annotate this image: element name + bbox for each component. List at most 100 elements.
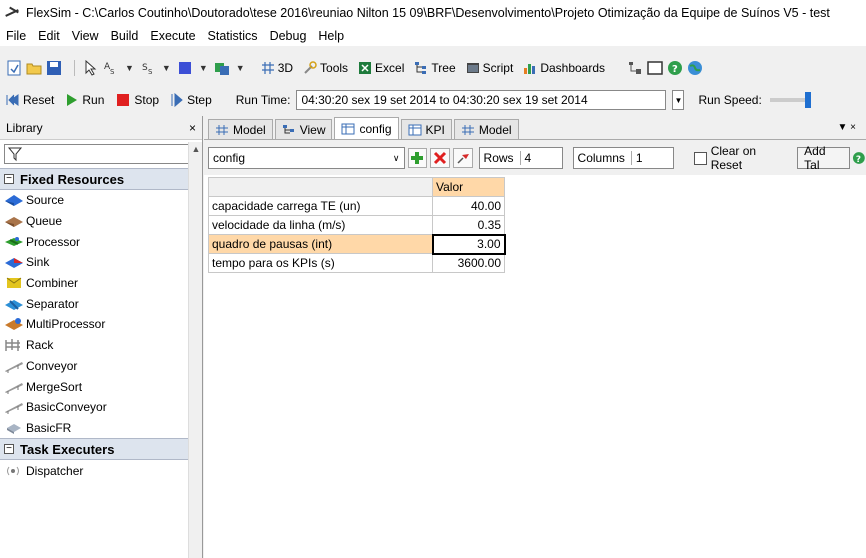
menu-debug[interactable]: Debug xyxy=(270,29,307,43)
group-select-icon[interactable]: SS xyxy=(140,60,156,76)
run-speed-thumb[interactable] xyxy=(804,92,811,108)
menu-build[interactable]: Build xyxy=(111,29,139,43)
tree-button[interactable]: Tree xyxy=(414,61,456,75)
library-filter-input[interactable] xyxy=(23,146,191,162)
3d-view-button[interactable]: 3D xyxy=(261,61,293,75)
library-item-conveyor[interactable]: Conveyor xyxy=(0,356,188,377)
reset-label: Reset xyxy=(23,93,55,107)
table-icon xyxy=(408,124,422,135)
column-header-valor[interactable]: Valor xyxy=(432,177,505,197)
collapse-icon[interactable]: − xyxy=(4,444,14,455)
menu-view[interactable]: View xyxy=(72,29,99,43)
run-time-field[interactable]: 04:30:20 sex 19 set 2014 to 04:30:20 sex… xyxy=(296,90,667,110)
library-item-label: Rack xyxy=(26,338,54,353)
clear-on-reset-checkbox[interactable] xyxy=(693,151,707,165)
menu-help[interactable]: Help xyxy=(318,29,344,43)
separator-icon xyxy=(5,299,23,310)
stop-button[interactable]: Stop xyxy=(116,93,159,107)
row-header[interactable]: capacidade carrega TE (un) xyxy=(208,196,433,216)
library-item-dispatcher[interactable]: Dispatcher xyxy=(0,460,188,481)
table-select-combo[interactable]: config ∨ xyxy=(208,147,405,169)
library-item-basicfr[interactable]: BasicFR xyxy=(0,418,188,439)
rows-input[interactable]: 4 xyxy=(519,151,562,165)
table-cell[interactable]: 0.35 xyxy=(432,215,505,235)
run-button[interactable]: Run xyxy=(66,93,104,107)
connect-objects-icon[interactable]: AS xyxy=(103,60,119,76)
flowchart-icon[interactable] xyxy=(627,60,643,76)
tab-model-2[interactable]: Model xyxy=(453,119,519,139)
multiprocessor-icon xyxy=(5,318,23,331)
table-cell[interactable]: 40.00 xyxy=(432,196,505,216)
section-task-executers[interactable]: − Task Executers xyxy=(0,438,188,461)
grid-icon xyxy=(461,124,474,135)
library-item-processor[interactable]: Processor xyxy=(0,231,188,252)
run-speed-slider[interactable] xyxy=(769,92,811,108)
window-icon[interactable] xyxy=(647,60,663,76)
tabs-menu-arrow-icon[interactable]: ▼ × xyxy=(837,122,856,133)
delete-table-button[interactable] xyxy=(430,148,450,168)
edit-selected-icon[interactable] xyxy=(214,60,230,76)
chevron-down-icon[interactable]: ▼ xyxy=(236,63,245,73)
table-grid: Valor capacidade carrega TE (un) 40.00 v… xyxy=(208,177,506,273)
table-cell-selected[interactable]: 3.00 xyxy=(431,233,506,255)
tab-view[interactable]: View xyxy=(274,119,333,139)
library-item-separator[interactable]: Separator xyxy=(0,293,188,314)
add-table-button[interactable] xyxy=(407,148,428,168)
collapse-icon[interactable]: − xyxy=(4,174,14,184)
library-close-button[interactable]: × xyxy=(189,121,196,135)
tools-button[interactable]: Tools xyxy=(303,61,348,75)
reset-button[interactable]: Reset xyxy=(6,93,54,107)
tree-icon xyxy=(415,62,427,74)
table-editor: config ∨ Rows 4 Columns 1 Clear on Reset… xyxy=(204,141,866,558)
library-item-sink[interactable]: Sink xyxy=(0,252,188,273)
tab-config[interactable]: config xyxy=(334,117,399,139)
chevron-down-icon[interactable]: ▼ xyxy=(199,63,208,73)
svg-text:?: ? xyxy=(856,155,861,165)
row-header[interactable]: quadro de pausas (int) xyxy=(208,234,433,254)
help-icon[interactable]: ? xyxy=(667,60,683,76)
rows-field: Rows 4 xyxy=(478,147,563,169)
library-item-basicconveyor[interactable]: BasicConveyor xyxy=(0,397,188,418)
menu-edit[interactable]: Edit xyxy=(38,29,60,43)
library-item-combiner[interactable]: Combiner xyxy=(0,273,188,294)
tree-label: Tree xyxy=(431,61,456,75)
row-header[interactable]: velocidade da linha (m/s) xyxy=(208,215,433,235)
pointer-icon[interactable] xyxy=(83,60,99,76)
tools-label: Tools xyxy=(320,61,349,75)
color-square-icon[interactable] xyxy=(177,60,193,76)
library-item-label: Conveyor xyxy=(26,358,78,373)
section-fixed-resources[interactable]: − Fixed Resources xyxy=(0,168,188,190)
tab-kpi[interactable]: KPI xyxy=(400,119,452,139)
clear-on-reset-option[interactable]: Clear on Reset xyxy=(693,144,789,172)
menu-execute[interactable]: Execute xyxy=(150,29,195,43)
table-cell[interactable]: 3600.00 xyxy=(432,253,505,273)
dashboards-button[interactable]: Dashboards xyxy=(523,61,605,75)
columns-input[interactable]: 1 xyxy=(630,151,673,165)
chevron-down-icon[interactable]: ▼ xyxy=(162,63,171,73)
menu-file[interactable]: File xyxy=(6,29,26,43)
library-scrollbar[interactable]: ▲ xyxy=(188,142,202,558)
menu-statistics[interactable]: Statistics xyxy=(208,29,258,43)
library-item-rack[interactable]: Rack xyxy=(0,335,188,356)
scroll-up-arrow-icon[interactable]: ▲ xyxy=(189,142,203,156)
row-header[interactable]: tempo para os KPIs (s) xyxy=(208,253,433,273)
tab-model[interactable]: Model xyxy=(208,119,273,139)
chevron-down-icon[interactable]: ▼ xyxy=(125,63,134,73)
new-model-icon[interactable] xyxy=(6,60,22,76)
library-item-multiprocessor[interactable]: MultiProcessor xyxy=(0,314,188,335)
library-item-queue[interactable]: Queue xyxy=(0,211,188,232)
library-item-label: BasicConveyor xyxy=(26,400,107,415)
excel-button[interactable]: Excel xyxy=(358,61,404,75)
script-button[interactable]: Script xyxy=(466,61,513,75)
globe-icon[interactable] xyxy=(687,60,703,76)
excel-icon xyxy=(359,62,372,74)
step-button[interactable]: Step xyxy=(171,93,212,107)
open-folder-icon[interactable] xyxy=(26,60,42,76)
run-time-dropdown[interactable]: ▼ xyxy=(672,90,685,110)
add-table-text-button[interactable]: Add Tal xyxy=(797,144,851,172)
library-item-source[interactable]: Source xyxy=(0,190,188,211)
help-icon[interactable]: ? xyxy=(852,151,866,165)
save-icon[interactable] xyxy=(46,60,62,76)
library-item-mergesort[interactable]: MergeSort xyxy=(0,376,188,397)
pin-table-button[interactable] xyxy=(452,148,473,168)
